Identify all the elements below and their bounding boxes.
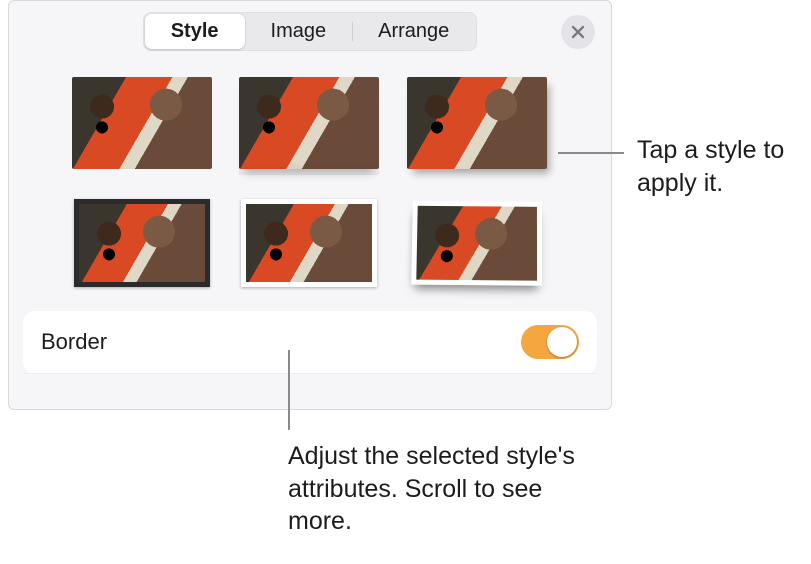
callout-line-bottom <box>288 350 290 430</box>
tab-image-label: Image <box>271 20 327 42</box>
style-thumb-curl[interactable] <box>402 193 552 293</box>
border-row[interactable]: Border <box>23 311 597 374</box>
photo-icon <box>239 77 379 169</box>
close-icon <box>571 25 585 39</box>
style-thumb-plain[interactable] <box>67 73 217 173</box>
segmented-control: Style Image Arrange <box>143 12 478 51</box>
style-thumb-border-white[interactable] <box>234 193 384 293</box>
tab-arrange[interactable]: Arrange <box>352 14 475 49</box>
style-thumb-border-black[interactable] <box>67 193 217 293</box>
photo-icon <box>74 199 210 287</box>
photo-icon <box>72 77 212 169</box>
border-toggle[interactable] <box>521 325 579 359</box>
format-panel: Style Image Arrange Border <box>8 0 612 410</box>
callout-line-top <box>558 152 624 154</box>
photo-icon <box>407 77 547 169</box>
photo-icon <box>411 201 542 286</box>
tab-style-label: Style <box>171 20 219 42</box>
border-label: Border <box>41 329 107 355</box>
options-card: Border <box>23 311 597 374</box>
top-bar: Style Image Arrange <box>9 1 611 61</box>
tab-image[interactable]: Image <box>245 14 353 49</box>
photo-icon <box>241 199 377 287</box>
tab-arrange-label: Arrange <box>378 20 449 42</box>
callout-top: Tap a style to apply it. <box>637 134 807 199</box>
style-thumb-shadow[interactable] <box>402 73 552 173</box>
style-thumb-reflect[interactable] <box>234 73 384 173</box>
styles-grid <box>9 61 611 311</box>
switch-knob <box>547 327 577 357</box>
tab-style[interactable]: Style <box>145 14 245 49</box>
close-button[interactable] <box>561 15 595 49</box>
callout-bottom: Adjust the selected style's attributes. … <box>288 440 598 538</box>
